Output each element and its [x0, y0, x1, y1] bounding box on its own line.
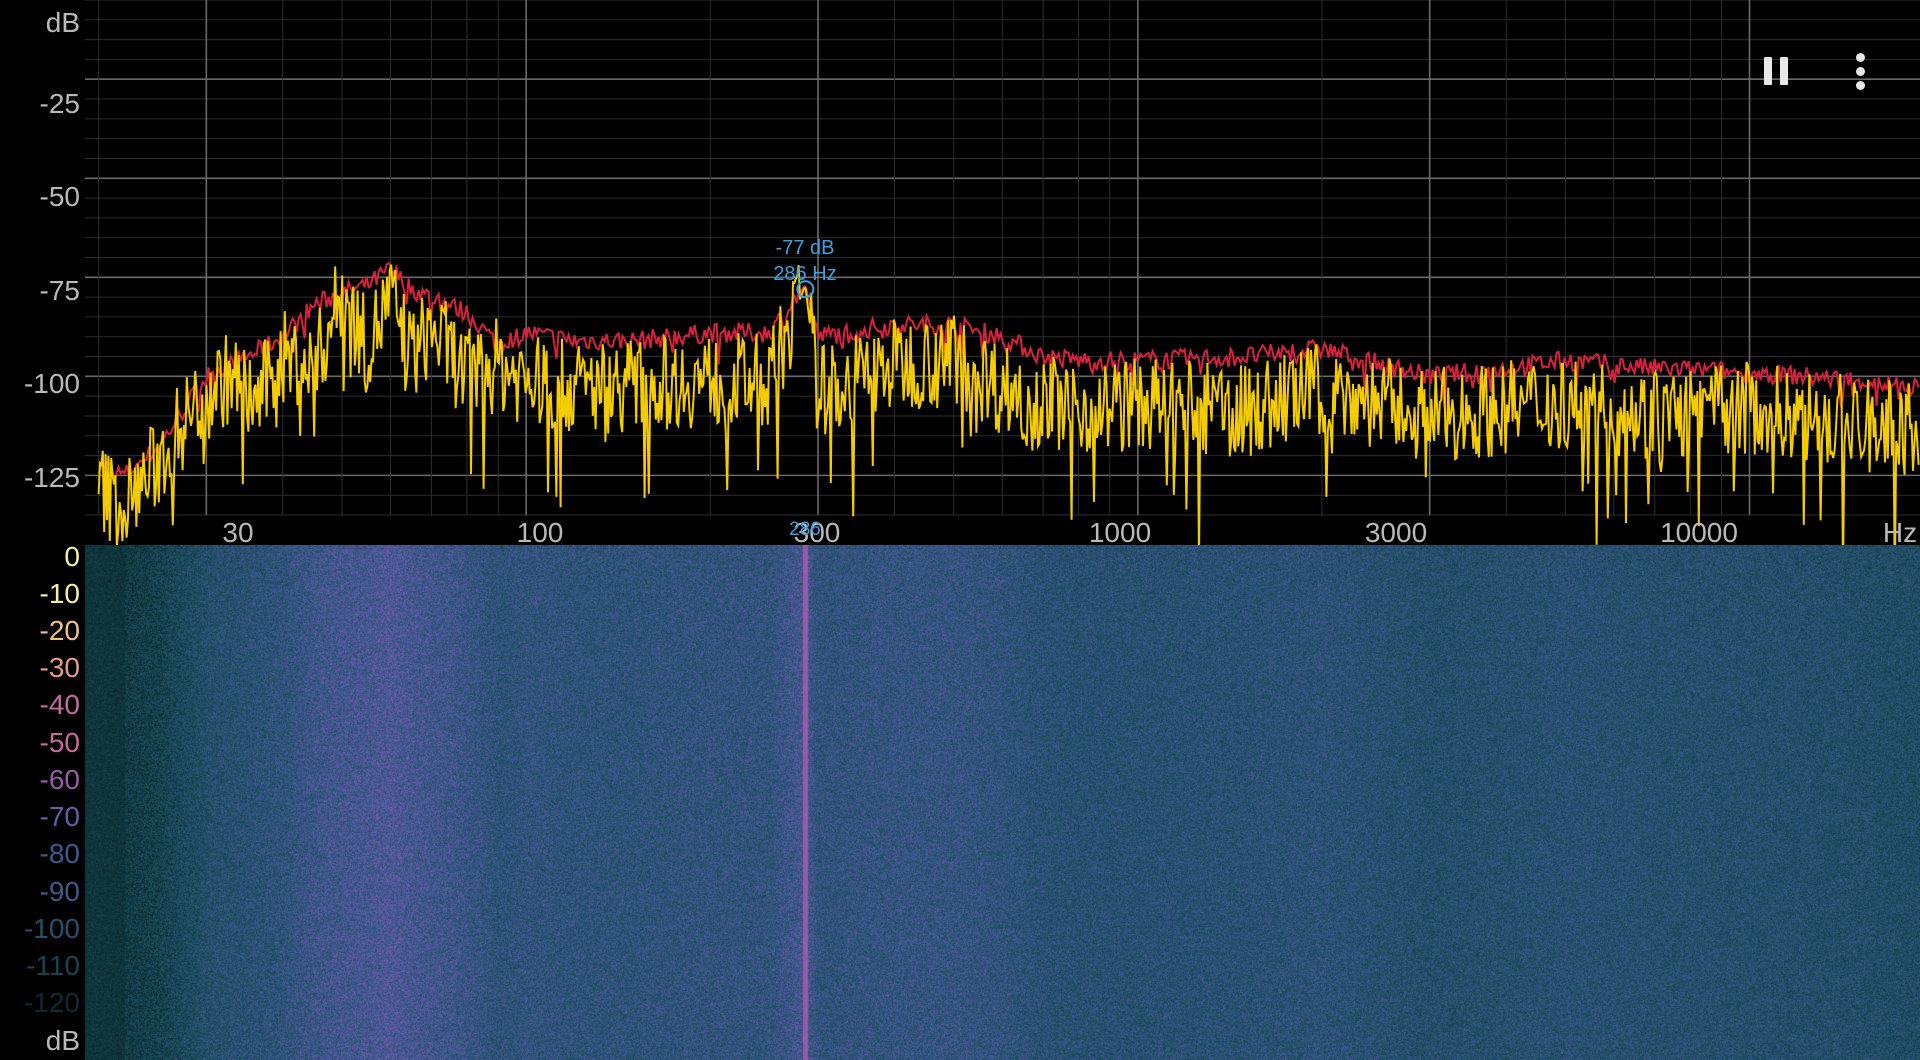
more-vert-icon	[1855, 50, 1865, 92]
pause-icon	[1760, 57, 1792, 85]
color-scale-label: -90	[39, 876, 80, 907]
peak-frequency-marker: 286	[789, 519, 821, 540]
color-scale-label: -60	[39, 764, 80, 795]
spectrum-y-unit: dB	[45, 7, 80, 38]
spectrum-chart[interactable]	[0, 0, 1920, 545]
pause-button[interactable]	[1746, 41, 1806, 101]
y-tick-label: -75	[39, 275, 80, 306]
y-tick-label: -100	[23, 368, 80, 399]
color-scale-label: -20	[39, 615, 80, 646]
color-scale-label: -30	[39, 652, 80, 683]
spectrogram-waterfall[interactable]	[0, 545, 1920, 1060]
app-root: dB -25 -50 -75 -100 -125 30 100 300 1000…	[0, 0, 1920, 1060]
color-scale-unit: dB	[45, 1025, 80, 1056]
y-tick-label: -50	[39, 181, 80, 212]
color-scale-label: -120	[23, 987, 80, 1018]
color-scale-label: -100	[23, 913, 80, 944]
x-tick-label: 30	[222, 517, 254, 548]
color-scale-label: 0	[64, 541, 80, 572]
x-tick-label: 100	[516, 517, 564, 548]
peak-hz-readout: 286 Hz	[773, 263, 837, 285]
x-tick-label: 3000	[1364, 517, 1428, 548]
y-tick-label: -25	[39, 88, 80, 119]
more-options-button[interactable]	[1830, 41, 1890, 101]
y-tick-label: -125	[23, 462, 80, 493]
live-spectrum-series-line	[97, 264, 1920, 545]
peak-db-readout: -77 dB	[775, 237, 835, 259]
color-scale-label: -110	[26, 950, 80, 981]
color-scale-label: -70	[39, 801, 80, 832]
color-scale-label: -10	[39, 578, 80, 609]
x-tick-label: 1000	[1088, 517, 1152, 548]
spectrum-x-unit: Hz	[1882, 517, 1918, 548]
color-scale-label: -50	[39, 727, 80, 758]
color-scale-label: -80	[39, 838, 80, 869]
color-scale-label: -40	[39, 689, 80, 720]
x-tick-label: 10000	[1660, 517, 1738, 548]
